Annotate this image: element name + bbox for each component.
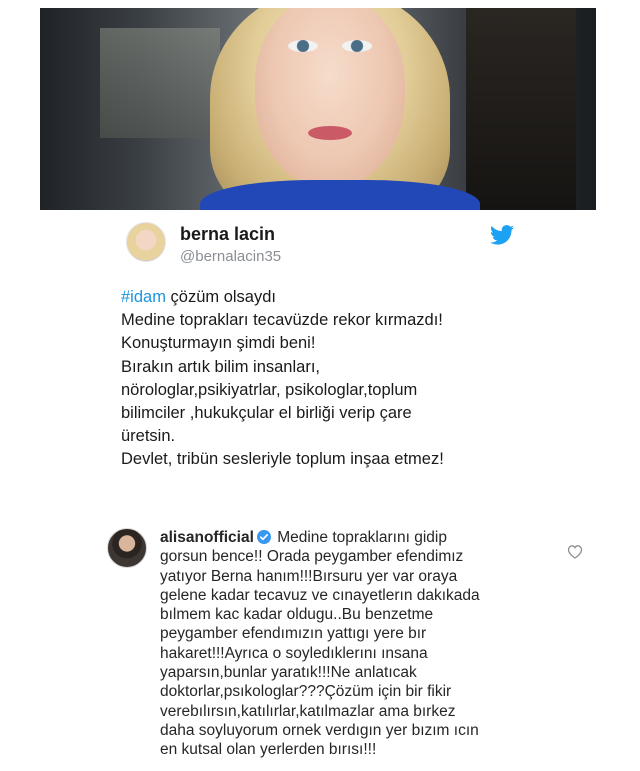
tweet-line-first: #idam çözüm olsaydı [121,286,541,309]
photo-background-window [100,28,220,138]
twitter-bird-icon[interactable] [490,225,514,245]
comment-line: bılmem kac kadar oldugu..Bu benzetme [160,606,434,624]
tweet-line: üretsin. [121,427,176,446]
verified-badge-icon [256,530,271,544]
tweet-line: Konuşturmayın şimdi beni! [121,334,316,353]
hashtag-link[interactable]: #idam [121,288,166,306]
comment-line: yatıyor Berna hanım!!!Bırsuru yer var or… [160,567,458,585]
comment-line: daha soyluyorum ornek verdıgın yer bızım… [160,721,479,739]
comment-line: hakaret!!!Ayrıca o soyledıklerını ınsana [160,644,428,662]
tweet-line: Devlet, tribün sesleriyle toplum inşaa e… [121,450,444,469]
instagram-comment: alisanofficial Medine topraklarını gidip… [160,528,560,760]
tweet-author-handle[interactable]: @bernalacin35 [180,248,281,265]
tweet-author-name[interactable]: berna lacin [180,224,275,245]
comment-first-line-text: Medine topraklarını gidip [272,529,447,546]
photo-background-shelf [466,8,576,210]
photo-eye-right [342,40,372,52]
comment-line: gorsun bence!! Orada peygamber efendimız [160,548,464,566]
photo-face [255,8,405,188]
comment-line: gelene kadar tecavuz ve cınayetlerın dak… [160,586,480,604]
tweet-line: bilimciler ,hukukçular el birliği verip … [121,404,412,423]
comment-line: en kutsal olan yerlerden bırısı!!! [160,741,377,759]
heart-icon[interactable] [567,544,583,559]
tweet-line: Bırakın artık bilim insanları, [121,357,320,376]
tweet-author-avatar[interactable] [126,222,166,262]
comment-line-first: alisanofficial Medine topraklarını gidip [160,528,560,547]
photo-shirt [200,180,480,210]
profile-photo [40,8,596,210]
comment-line: verebılırsın,katılırlar,katılmazlar ama … [160,702,456,720]
commenter-avatar[interactable] [107,528,147,568]
tweet-first-line-text: çözüm olsaydı [165,288,276,306]
tweet-line: Medine toprakları tecavüzde rekor kırmaz… [121,311,443,330]
tweet-body: #idam çözüm olsaydı Medine toprakları te… [121,286,541,472]
comment-line: peygamber efendımızın yattıgı yere bır [160,625,427,643]
comment-line: doktorlar,psıkologlar???Çözüm için bir f… [160,683,452,701]
photo-lips [308,126,352,140]
comment-line: yaparsın,bunlar yaratık!!!Ne anlatıcak [160,664,417,682]
photo-eye-left [288,40,318,52]
comment-username[interactable]: alisanofficial [160,529,254,546]
tweet-line: nörologlar,psikiyatrlar, psikologlar,top… [121,380,418,399]
